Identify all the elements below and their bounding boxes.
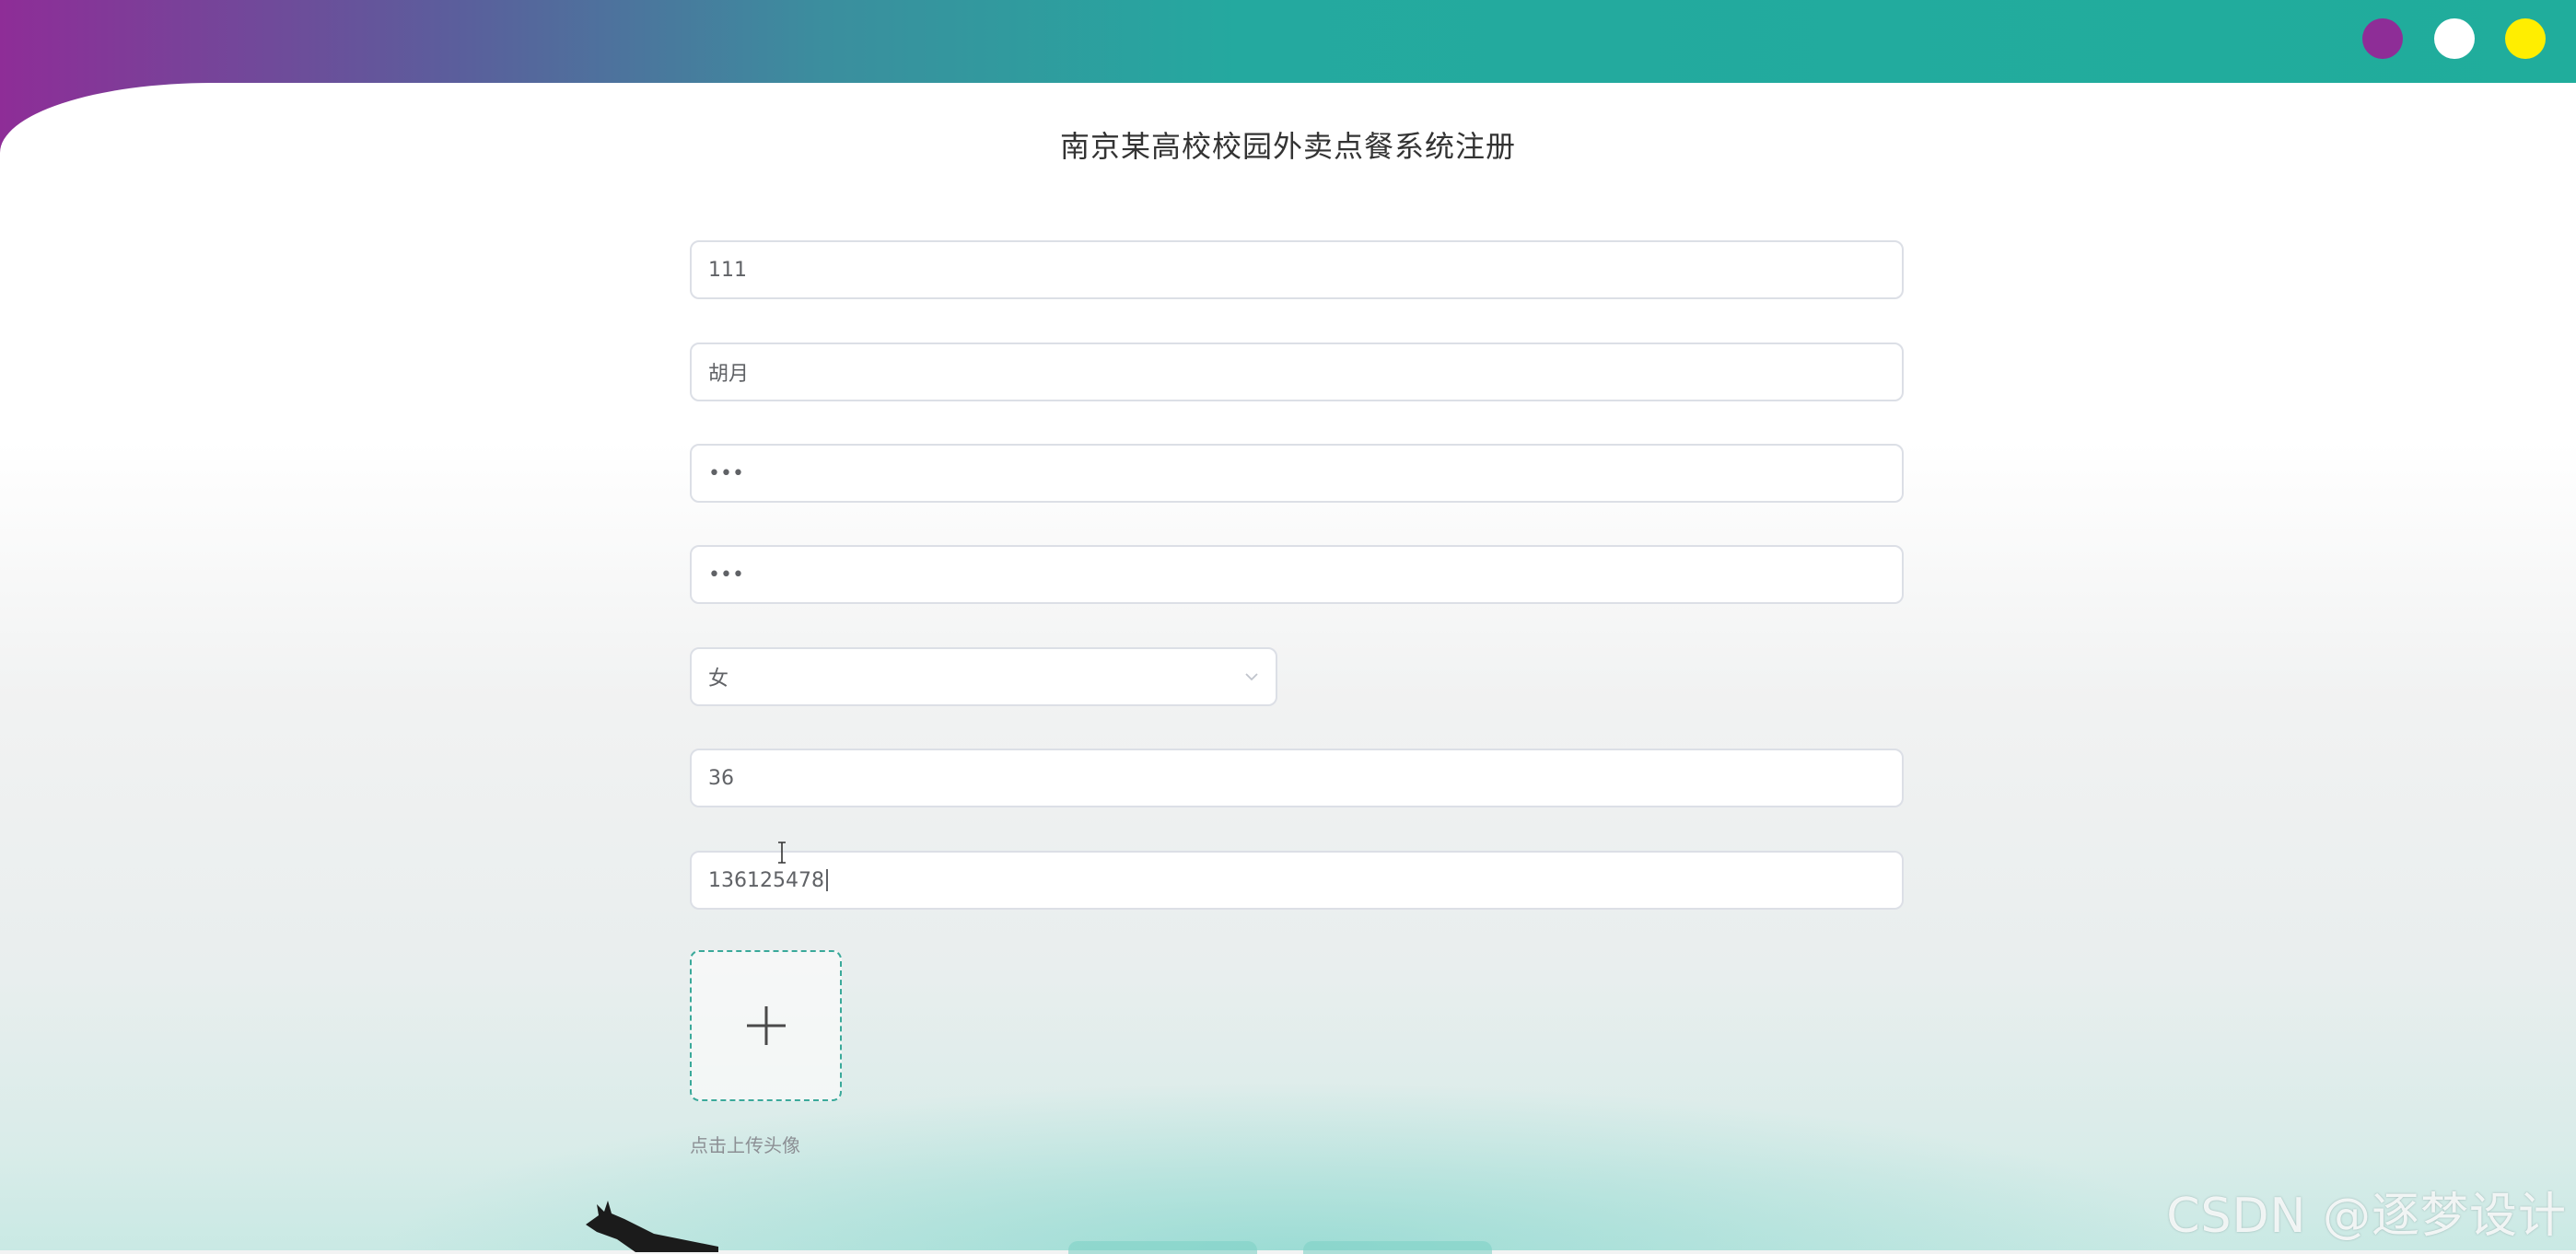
text-caret — [825, 869, 828, 891]
account-value: 111 — [708, 258, 747, 282]
header-curve — [0, 83, 2576, 267]
age-value: 36 — [708, 766, 734, 790]
phone-field[interactable]: 136125478 — [690, 851, 1904, 910]
age-field[interactable]: 36 — [690, 749, 1904, 807]
plus-icon — [746, 1006, 786, 1045]
submit-button-edge[interactable] — [1068, 1241, 1257, 1254]
gender-select[interactable]: 女 — [690, 647, 1277, 706]
confirm-password-value: ••• — [708, 563, 744, 586]
page-title: 南京某高校校园外卖点餐系统注册 — [1059, 129, 1516, 164]
avatar-upload-box[interactable] — [690, 950, 842, 1101]
ibeam-cursor-icon — [778, 842, 786, 864]
name-field[interactable]: 胡月 — [690, 343, 1904, 401]
chevron-down-icon — [1245, 673, 1258, 681]
white-theme-dot[interactable] — [2434, 18, 2475, 59]
purple-theme-dot[interactable] — [2362, 18, 2403, 59]
password-value: ••• — [708, 461, 744, 485]
jumping-person-silhouette — [586, 1201, 718, 1252]
yellow-theme-dot[interactable] — [2505, 18, 2546, 59]
phone-value: 136125478 — [708, 868, 824, 892]
login-button-edge[interactable] — [1303, 1241, 1492, 1254]
confirm-password-field[interactable]: ••• — [690, 545, 1904, 604]
watermark: CSDN @逐梦设计 — [2166, 1189, 2567, 1244]
gender-selected-value: 女 — [708, 668, 729, 691]
account-field[interactable]: 111 — [690, 240, 1904, 299]
name-value: 胡月 — [708, 363, 750, 386]
password-field[interactable]: ••• — [690, 444, 1904, 503]
upload-hint: 点击上传头像 — [690, 1134, 800, 1156]
